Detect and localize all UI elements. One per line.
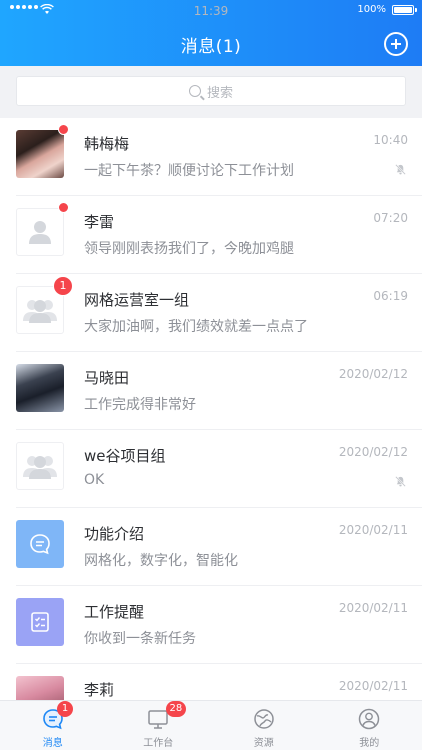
conversation-item[interactable]: we谷项目组 OK 2020/02/12	[0, 430, 422, 508]
conversation-time: 2020/02/11	[338, 679, 408, 693]
tab-label: 消息	[42, 738, 63, 749]
avatar	[16, 364, 64, 412]
avatar	[16, 208, 64, 256]
conversation-name: 李雷	[84, 213, 115, 231]
conversation-message: 网格化，数字化，智能化	[84, 553, 238, 569]
search-input[interactable]: 搜索	[16, 76, 406, 106]
add-button[interactable]	[384, 32, 408, 56]
conversation-message: 一起下午茶？顺便讨论下工作计划	[84, 163, 294, 179]
avatar	[16, 676, 64, 700]
avatar	[16, 598, 64, 646]
status-bar: 11:39 100%	[0, 0, 422, 20]
conversation-time: 2020/02/12	[338, 367, 408, 381]
tab-resources[interactable]: 资源	[211, 701, 317, 750]
unread-dot	[58, 202, 69, 213]
conversation-time: 2020/02/12	[338, 445, 408, 459]
conversation-time: 2020/02/11	[338, 601, 408, 615]
mute-icon	[395, 164, 406, 175]
conversation-item[interactable]: 马晓田 工作完成得非常好 2020/02/12	[0, 352, 422, 430]
profile-icon	[359, 708, 380, 730]
conversation-item[interactable]: 功能介绍 网格化，数字化，智能化 2020/02/11	[0, 508, 422, 586]
tab-bar: 1 消息 28 工作台 资源 我的	[0, 700, 422, 750]
conversation-name: 马晓田	[84, 369, 130, 387]
tab-badge: 28	[165, 701, 187, 717]
unread-badge: 1	[53, 276, 73, 296]
conversation-name: 李莉	[84, 681, 115, 699]
person-icon	[29, 221, 51, 244]
conversation-message: OK	[84, 472, 105, 488]
avatar	[16, 130, 64, 178]
conversation-name: 功能介绍	[84, 525, 145, 543]
search-icon	[188, 85, 201, 97]
battery-percent: 100%	[357, 4, 386, 15]
page-title: 消息(1)	[180, 37, 242, 57]
tab-label: 我的	[359, 738, 380, 749]
conversation-name: 网格运营室一组	[84, 291, 190, 309]
conversation-time: 06:19	[373, 289, 408, 303]
conversation-time: 10:40	[373, 133, 408, 147]
conversation-item[interactable]: 1 网格运营室一组 大家加油啊，我们绩效就差一点点了 06:19	[0, 274, 422, 352]
mute-icon	[395, 476, 406, 487]
tab-workbench[interactable]: 28 工作台	[106, 701, 212, 750]
tab-profile[interactable]: 我的	[317, 701, 422, 750]
conversation-time: 07:20	[373, 211, 408, 225]
tab-badge: 1	[57, 701, 73, 717]
chat-bubble-icon	[30, 534, 50, 555]
tab-messages[interactable]: 1 消息	[0, 701, 106, 750]
conversation-name: 工作提醒	[84, 603, 145, 621]
conversation-item[interactable]: 韩梅梅 一起下午茶？顺便讨论下工作计划 10:40	[0, 118, 422, 196]
conversation-message: 你收到一条新任务	[84, 631, 196, 647]
avatar	[16, 442, 64, 490]
conversation-item[interactable]: 李莉 2020/02/11	[0, 664, 422, 700]
group-icon	[23, 456, 57, 479]
conversation-name: we谷项目组	[84, 447, 166, 465]
tab-label: 资源	[253, 738, 274, 749]
avatar	[16, 520, 64, 568]
conversation-message: 大家加油啊，我们绩效就差一点点了	[84, 319, 308, 335]
search-area: 搜索	[0, 66, 422, 118]
conversation-message: 工作完成得非常好	[84, 397, 196, 413]
tab-label: 工作台	[143, 738, 174, 749]
conversation-name: 韩梅梅	[84, 135, 130, 153]
conversation-message: 领导刚刚表扬我们了，今晚加鸡腿	[84, 241, 294, 257]
app-header: 11:39 100% 消息(1)	[0, 0, 422, 66]
conversation-item[interactable]: 李雷 领导刚刚表扬我们了，今晚加鸡腿 07:20	[0, 196, 422, 274]
unread-dot	[58, 124, 69, 135]
task-list-icon	[31, 612, 49, 632]
search-placeholder: 搜索	[206, 85, 233, 101]
battery-icon	[392, 5, 417, 15]
globe-icon	[254, 709, 274, 729]
conversation-list: 韩梅梅 一起下午茶？顺便讨论下工作计划 10:40 李雷 领导刚刚表扬我们了，今…	[0, 118, 422, 700]
conversation-time: 2020/02/11	[338, 523, 408, 537]
group-icon	[23, 300, 57, 323]
conversation-item[interactable]: 工作提醒 你收到一条新任务 2020/02/11	[0, 586, 422, 664]
